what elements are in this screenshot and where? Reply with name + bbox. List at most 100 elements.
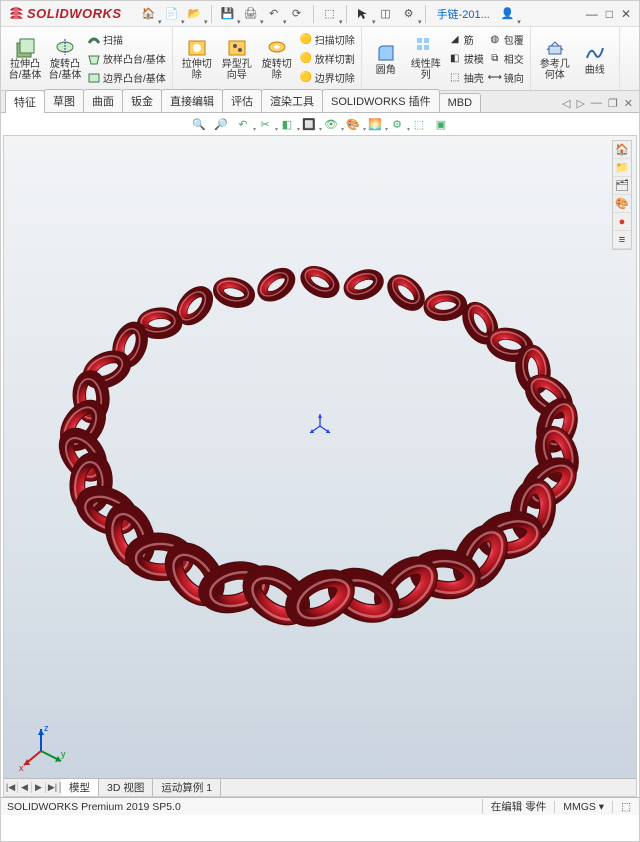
ribbon-group-cut: 拉伸切 除 异型孔 向导 旋转切 除 🟡扫描切除 🟡放样切割 🟡边界切除 (173, 27, 362, 90)
bottom-tab-model[interactable]: 模型 (61, 779, 99, 796)
home-icon[interactable]: 🏠 (138, 3, 160, 25)
brand-text: SOLIDWORKS (27, 6, 122, 21)
new-file-icon[interactable]: 📄 (161, 3, 183, 25)
edit-appearance-icon[interactable]: 🎨 (345, 116, 361, 132)
tab-mbd[interactable]: MBD (439, 93, 481, 112)
cursor-icon[interactable] (352, 3, 374, 25)
previous-view-icon[interactable]: ↶ (235, 116, 251, 132)
graphics-area[interactable]: 🏠 📁 🗂 🎨 ● ≡ (3, 135, 637, 797)
status-bar: SOLIDWORKS Premium 2019 SP5.0 在编辑 零件 MMG… (1, 797, 639, 815)
view-prev-icon[interactable]: ◁ (562, 97, 570, 110)
ribbon-group-ref: 参考几 何体 曲线 (531, 27, 620, 90)
zoom-area-icon[interactable]: 🔎 (213, 116, 229, 132)
revolve-boss-button[interactable]: 旋转凸 台/基体 (45, 34, 85, 83)
svg-text:z: z (44, 723, 49, 733)
draft-button[interactable]: ◧拔模 (446, 50, 486, 68)
title-bar: SOLIDWORKS 🏠 📄 📂 💾 🖨 ↶ ⟳ ⬚ ◫ ⚙ 手链-201...… (1, 1, 639, 27)
tab-render[interactable]: 渲染工具 (261, 89, 323, 112)
save-icon[interactable]: 💾 (217, 3, 239, 25)
task-pane: 🏠 📁 🗂 🎨 ● ≡ (612, 140, 632, 250)
rebuild-icon[interactable]: ⟳ (286, 3, 308, 25)
separator (346, 5, 347, 23)
quick-access-toolbar: 🏠 📄 📂 💾 🖨 ↶ ⟳ ⬚ ◫ ⚙ 手链-201... 👤 (138, 3, 578, 25)
doc-close-icon[interactable]: ✕ (624, 97, 633, 110)
tab-directedit[interactable]: 直接编辑 (161, 89, 223, 112)
status-extra-icon[interactable]: ⬚ (612, 801, 639, 813)
shell-button[interactable]: ⬚抽壳 (446, 69, 486, 87)
status-product: SOLIDWORKS Premium 2019 SP5.0 (1, 801, 482, 813)
boundary-button[interactable]: 边界凸台/基体 (85, 69, 168, 87)
view-render-icon[interactable]: ▣ (433, 116, 449, 132)
ribbon-toolbar: 拉伸凸 台/基体 旋转凸 台/基体 扫描 放样凸台/基体 边界凸台/基体 拉伸切… (1, 27, 639, 91)
tp-custom-props-icon[interactable]: ≡ (613, 231, 631, 249)
tab-addins[interactable]: SOLIDWORKS 插件 (322, 89, 440, 112)
intersect-button[interactable]: ⧉相交 (486, 50, 526, 68)
extrude-cut-button[interactable]: 拉伸切 除 (177, 34, 217, 83)
tp-appearances-icon[interactable]: ● (613, 213, 631, 231)
view-triad-icon: z y x (16, 726, 66, 776)
bottom-tab-3dview[interactable]: 3D 视图 (99, 779, 153, 796)
tab-surfaces[interactable]: 曲面 (83, 89, 123, 112)
ribbon-group-pattern: 圆角 线性阵 列 ◢筋 ◧拔模 ⬚抽壳 ◍包覆 ⧉相交 ⟷镜向 (362, 27, 531, 90)
ribbon-group-features: 拉伸凸 台/基体 旋转凸 台/基体 扫描 放样凸台/基体 边界凸台/基体 (1, 27, 173, 90)
separator (425, 5, 426, 23)
status-units[interactable]: MMGS ▾ (554, 801, 612, 813)
window-controls: — □ ✕ (578, 7, 639, 21)
doc-minimize-icon[interactable]: — (591, 97, 602, 110)
sweep-cut-button[interactable]: 🟡扫描切除 (297, 31, 357, 49)
revolve-cut-button[interactable]: 旋转切 除 (257, 34, 297, 83)
view-next-icon[interactable]: ▷ (576, 97, 584, 110)
tp-view-palette-icon[interactable]: 🎨 (613, 195, 631, 213)
hide-show-icon[interactable]: 👁 (323, 116, 339, 132)
curves-button[interactable]: 曲线 (575, 40, 615, 78)
separator (313, 5, 314, 23)
user-icon[interactable]: 👤 (497, 3, 519, 25)
zoom-fit-icon[interactable]: 🔍 (191, 116, 207, 132)
rib-button[interactable]: ◢筋 (446, 31, 486, 49)
mirror-button[interactable]: ⟷镜向 (486, 69, 526, 87)
bottom-tab-motion[interactable]: 运动算例 1 (153, 779, 221, 796)
tp-home-icon[interactable]: 🏠 (613, 141, 631, 159)
sweep-button[interactable]: 扫描 (85, 31, 168, 49)
minimize-button[interactable]: — (586, 7, 598, 21)
display-icon[interactable]: ◫ (375, 3, 397, 25)
maximize-button[interactable]: □ (606, 7, 613, 21)
separator (211, 5, 212, 23)
section-view-icon[interactable]: ✂ (257, 116, 273, 132)
view-orientation-icon[interactable]: ◧ (279, 116, 295, 132)
solidworks-icon (7, 6, 25, 22)
tab-sheetmetal[interactable]: 钣金 (122, 89, 162, 112)
linear-pattern-button[interactable]: 线性阵 列 (406, 34, 446, 83)
select-icon[interactable]: ⬚ (319, 3, 341, 25)
undo-icon[interactable]: ↶ (263, 3, 285, 25)
options-icon[interactable]: ⚙ (398, 3, 420, 25)
tab-sketch[interactable]: 草图 (44, 89, 84, 112)
apply-scene-icon[interactable]: 🌅 (367, 116, 383, 132)
doc-restore-icon[interactable]: ❐ (608, 97, 618, 110)
open-file-icon[interactable]: 📂 (184, 3, 206, 25)
app-logo: SOLIDWORKS (1, 6, 128, 22)
tp-file-explorer-icon[interactable]: 🗂 (613, 177, 631, 195)
reference-geometry-button[interactable]: 参考几 何体 (535, 34, 575, 83)
hole-wizard-button[interactable]: 异型孔 向导 (217, 34, 257, 83)
tab-scroll-controls[interactable]: |◀◀▶▶| (4, 782, 61, 793)
tab-evaluate[interactable]: 评估 (222, 89, 262, 112)
wrap-button[interactable]: ◍包覆 (486, 31, 526, 49)
svg-text:x: x (19, 763, 24, 773)
view-settings-icon[interactable]: ⚙ (389, 116, 405, 132)
extrude-boss-button[interactable]: 拉伸凸 台/基体 (5, 34, 45, 83)
loft-cut-button[interactable]: 🟡放样切割 (297, 50, 357, 68)
loft-button[interactable]: 放样凸台/基体 (85, 50, 168, 68)
close-button[interactable]: ✕ (621, 7, 631, 21)
origin-triad-icon (305, 411, 335, 441)
display-style-icon[interactable]: 🔲 (301, 116, 317, 132)
fillet-button[interactable]: 圆角 (366, 40, 406, 78)
tab-features[interactable]: 特征 (5, 90, 45, 113)
tabstrip-right-controls: ◁ ▷ — ❐ ✕ (562, 97, 639, 112)
tp-design-library-icon[interactable]: 📁 (613, 159, 631, 177)
boundary-cut-button[interactable]: 🟡边界切除 (297, 69, 357, 87)
motion-tabs-bar: |◀◀▶▶| 模型 3D 视图 运动算例 1 (4, 778, 636, 796)
document-title[interactable]: 手链-201... (437, 6, 490, 22)
view-cube-icon[interactable]: ⬚ (411, 116, 427, 132)
print-icon[interactable]: 🖨 (240, 3, 262, 25)
